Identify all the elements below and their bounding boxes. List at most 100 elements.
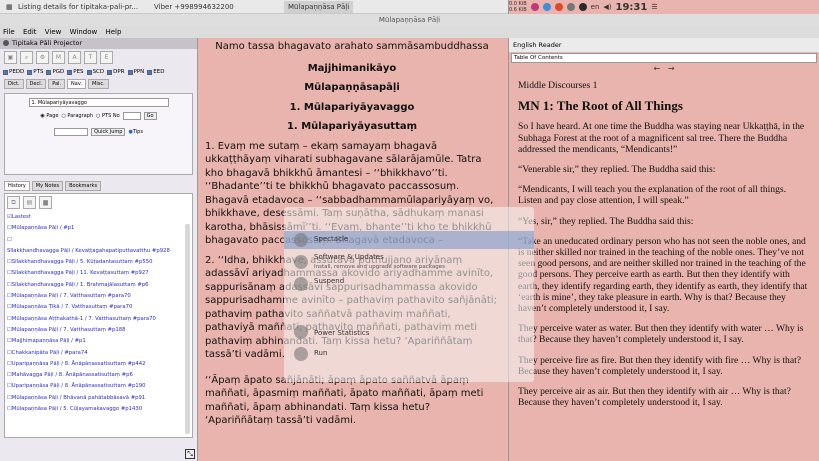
- tab-history[interactable]: History: [4, 181, 30, 191]
- check-scd[interactable]: SCD: [86, 69, 104, 75]
- radio-pts[interactable]: ○ PTS No: [96, 113, 120, 119]
- menu-view[interactable]: View: [45, 28, 62, 36]
- tray-icon[interactable]: [530, 3, 539, 11]
- reader-paragraph: “Venerable sir,” they replied. The Buddh…: [518, 164, 716, 176]
- menu-help[interactable]: Help: [105, 28, 121, 36]
- quickjump-button[interactable]: Quick Jump: [91, 128, 126, 136]
- dictionary-checks: PEDD PTS PGD PES SCD DPR PPN EED: [0, 67, 197, 77]
- trash-icon[interactable]: ▆: [39, 196, 52, 209]
- result-run[interactable]: Run: [314, 349, 327, 357]
- vagga-heading: 1. Mūlapariyāyavaggo: [289, 101, 415, 113]
- list-item[interactable]: ☐Mūlapaṇṇāsa Pāḷi / 7. Vatthasuttaṃ #p18…: [7, 325, 190, 336]
- history-list: ⧉ ▤ ▆ ☑Lastest ☐Mūlapaṇṇāsa Pāḷi / #p1 ☐…: [4, 193, 193, 438]
- result-software[interactable]: Software & Updates: [314, 253, 384, 261]
- viber-tab[interactable]: Viber +998994632200: [150, 1, 238, 13]
- software-icon: [294, 255, 308, 269]
- arrow-right-icon[interactable]: →: [668, 64, 675, 73]
- list-item[interactable]: ☐Uparipaṇṇāsa Pāḷi / 8. Ānāpānassatisutt…: [7, 359, 190, 370]
- copy-icon[interactable]: ⧉: [7, 196, 20, 209]
- namo-line: Namo tassa bhagavato arahato sammāsambud…: [215, 41, 489, 52]
- result-suspend[interactable]: Suspend: [314, 277, 344, 285]
- list-item[interactable]: ☐Mūlapaṇṇāsa Pāḷi / Bhāvanā pahātabbāsav…: [7, 393, 190, 404]
- result-spectacle[interactable]: Spectacle: [314, 235, 348, 243]
- tray-icon[interactable]: [542, 3, 551, 11]
- check-pts[interactable]: PTS: [27, 69, 43, 75]
- quickjump-input[interactable]: [54, 128, 89, 136]
- gear-icon[interactable]: ⚙: [36, 51, 49, 64]
- menu-edit[interactable]: Edit: [23, 28, 37, 36]
- history-tabs: History My Notes Bookmarks: [0, 179, 197, 193]
- list-item[interactable]: ☐Mūlapaṇṇāsa Aṭṭhakathā-1 / 7. Vatthasut…: [7, 314, 190, 325]
- navigation-box: 1. Mūlapariyāyavaggo ◉ Page ○ Paragraph …: [4, 93, 193, 175]
- spectacle-icon: [294, 233, 308, 247]
- history-latest[interactable]: ☑Lastest: [7, 212, 190, 223]
- search-icon[interactable]: ⌕: [20, 51, 33, 64]
- result-power[interactable]: Power Statistics: [314, 329, 369, 337]
- radio-paragraph[interactable]: ○ Paragraph: [61, 113, 93, 119]
- menu-icon[interactable]: ☰: [651, 3, 657, 11]
- check-pedd[interactable]: PEDD: [3, 69, 24, 75]
- list-item[interactable]: ☐Sīlakkhandhavagga Pāḷi / 11. Kevaṭṭasut…: [7, 268, 190, 279]
- toc-select[interactable]: Table Of Contents: [511, 53, 817, 63]
- history-scrollbar[interactable]: [185, 224, 190, 434]
- check-eed[interactable]: EED: [147, 69, 164, 75]
- tray-icon[interactable]: [566, 3, 575, 11]
- menu-window[interactable]: Window: [70, 28, 98, 36]
- tray-icon[interactable]: [578, 3, 587, 11]
- list-item[interactable]: ☐Sīlakkhandhavagga Pāḷi / 1. Brahmajālas…: [7, 280, 190, 291]
- list-item[interactable]: ☐Sīlakkhandhavagga Pāḷi / 5. Kūṭadantasu…: [7, 257, 190, 268]
- list-item[interactable]: ☐Mahāvagga Pāḷi / 8. Ānāpānassatisuttaṃ …: [7, 370, 190, 381]
- image-icon[interactable]: ▣: [4, 51, 17, 64]
- tool-m[interactable]: M: [52, 51, 65, 64]
- window-title: Mūlapaṇṇāsa Pāḷi: [0, 14, 819, 26]
- reader-paragraph: So I have heard. At one time the Buddha …: [518, 121, 805, 155]
- browser-tab[interactable]: Listing details for tipitaka-pali-pr...: [14, 1, 142, 13]
- language-indicator[interactable]: en: [591, 3, 600, 11]
- check-pes[interactable]: PES: [67, 69, 84, 75]
- nikaya-heading: Majjhimanikāyo: [307, 62, 397, 74]
- resize-icon[interactable]: ⤡: [185, 449, 195, 459]
- list-item[interactable]: ☐Mūlapaṇṇāsa Pāḷi / 7. Vatthasuttaṃ #par…: [7, 291, 190, 302]
- tab-misc[interactable]: Misc.: [88, 79, 109, 89]
- radio-page[interactable]: ◉ Page: [40, 113, 58, 119]
- reader-paragraph: They perceive water as water. But then t…: [518, 323, 804, 346]
- tab-bookmarks[interactable]: Bookmarks: [65, 181, 102, 191]
- list-item[interactable]: ☐Mūlapaṇṇāsa Ṭīkā / 7. Vatthasuttaṃ #par…: [7, 302, 190, 313]
- jump-row: ◉ Page ○ Paragraph ○ PTS No Go: [9, 112, 188, 120]
- result-software-desc: Install, remove and upgrade software pac…: [314, 264, 445, 270]
- list-item[interactable]: Sīlakkhandhavagga Pāḷi / Kevaṭṭagahapati…: [7, 246, 190, 257]
- list-item[interactable]: ☐: [7, 235, 190, 246]
- tips-link[interactable]: ●Tips: [128, 129, 142, 135]
- menu-file[interactable]: File: [3, 28, 15, 36]
- list-item[interactable]: ☐Chakkanipāta Pāḷi / #para74: [7, 348, 190, 359]
- tool-a[interactable]: A: [68, 51, 81, 64]
- arrow-left-icon[interactable]: ←: [653, 64, 660, 73]
- launcher-popup: Spectacle Software & Updates Install, re…: [284, 207, 534, 382]
- list-item[interactable]: ☐Mūlapaṇṇāsa Pāḷi / #p1: [7, 223, 190, 234]
- clock[interactable]: 19:31: [616, 2, 648, 13]
- vagga-select[interactable]: 1. Mūlapariyāyavaggo: [28, 98, 169, 107]
- nav-arrows: ← →: [509, 64, 819, 74]
- tool-t[interactable]: T: [84, 51, 97, 64]
- paste-icon[interactable]: ▤: [23, 196, 36, 209]
- tab-nav[interactable]: Nav.: [67, 79, 87, 89]
- list-item[interactable]: ☐Mūlapaṇṇāsa Pāḷi / 5. Cūḷayamakavaggo #…: [7, 404, 190, 415]
- tab-decl[interactable]: Decl.: [25, 79, 47, 89]
- reader-text[interactable]: Middle Discourses 1 MN 1: The Root of Al…: [509, 74, 819, 408]
- check-dpr[interactable]: DPR: [107, 69, 125, 75]
- reader-paragraph: “Take an uneducated ordinary person who …: [518, 235, 808, 315]
- tab-pal[interactable]: Pal.: [48, 79, 66, 89]
- list-item[interactable]: ☐Majjhimapaṇṇāsa Pāḷi / #p1: [7, 336, 190, 347]
- pannasa-heading: Mūlapaṇṇāsapāḷi: [304, 82, 400, 93]
- app-tab[interactable]: Mūlapaṇṇāsa Pāḷi: [284, 1, 354, 13]
- check-ppn[interactable]: PPN: [127, 69, 144, 75]
- tab-notes[interactable]: My Notes: [31, 181, 64, 191]
- tray-icon[interactable]: [554, 3, 563, 11]
- go-button[interactable]: Go: [143, 112, 157, 120]
- check-pgd[interactable]: PGD: [46, 69, 64, 75]
- tab-dict[interactable]: Dict.: [4, 79, 24, 89]
- list-item[interactable]: ☐Uparipaṇṇāsa Pāḷi / 8. Ānāpānassatisutt…: [7, 381, 190, 392]
- volume-icon[interactable]: ◀): [603, 3, 611, 11]
- page-input[interactable]: [122, 112, 141, 120]
- tool-e[interactable]: E: [100, 51, 113, 64]
